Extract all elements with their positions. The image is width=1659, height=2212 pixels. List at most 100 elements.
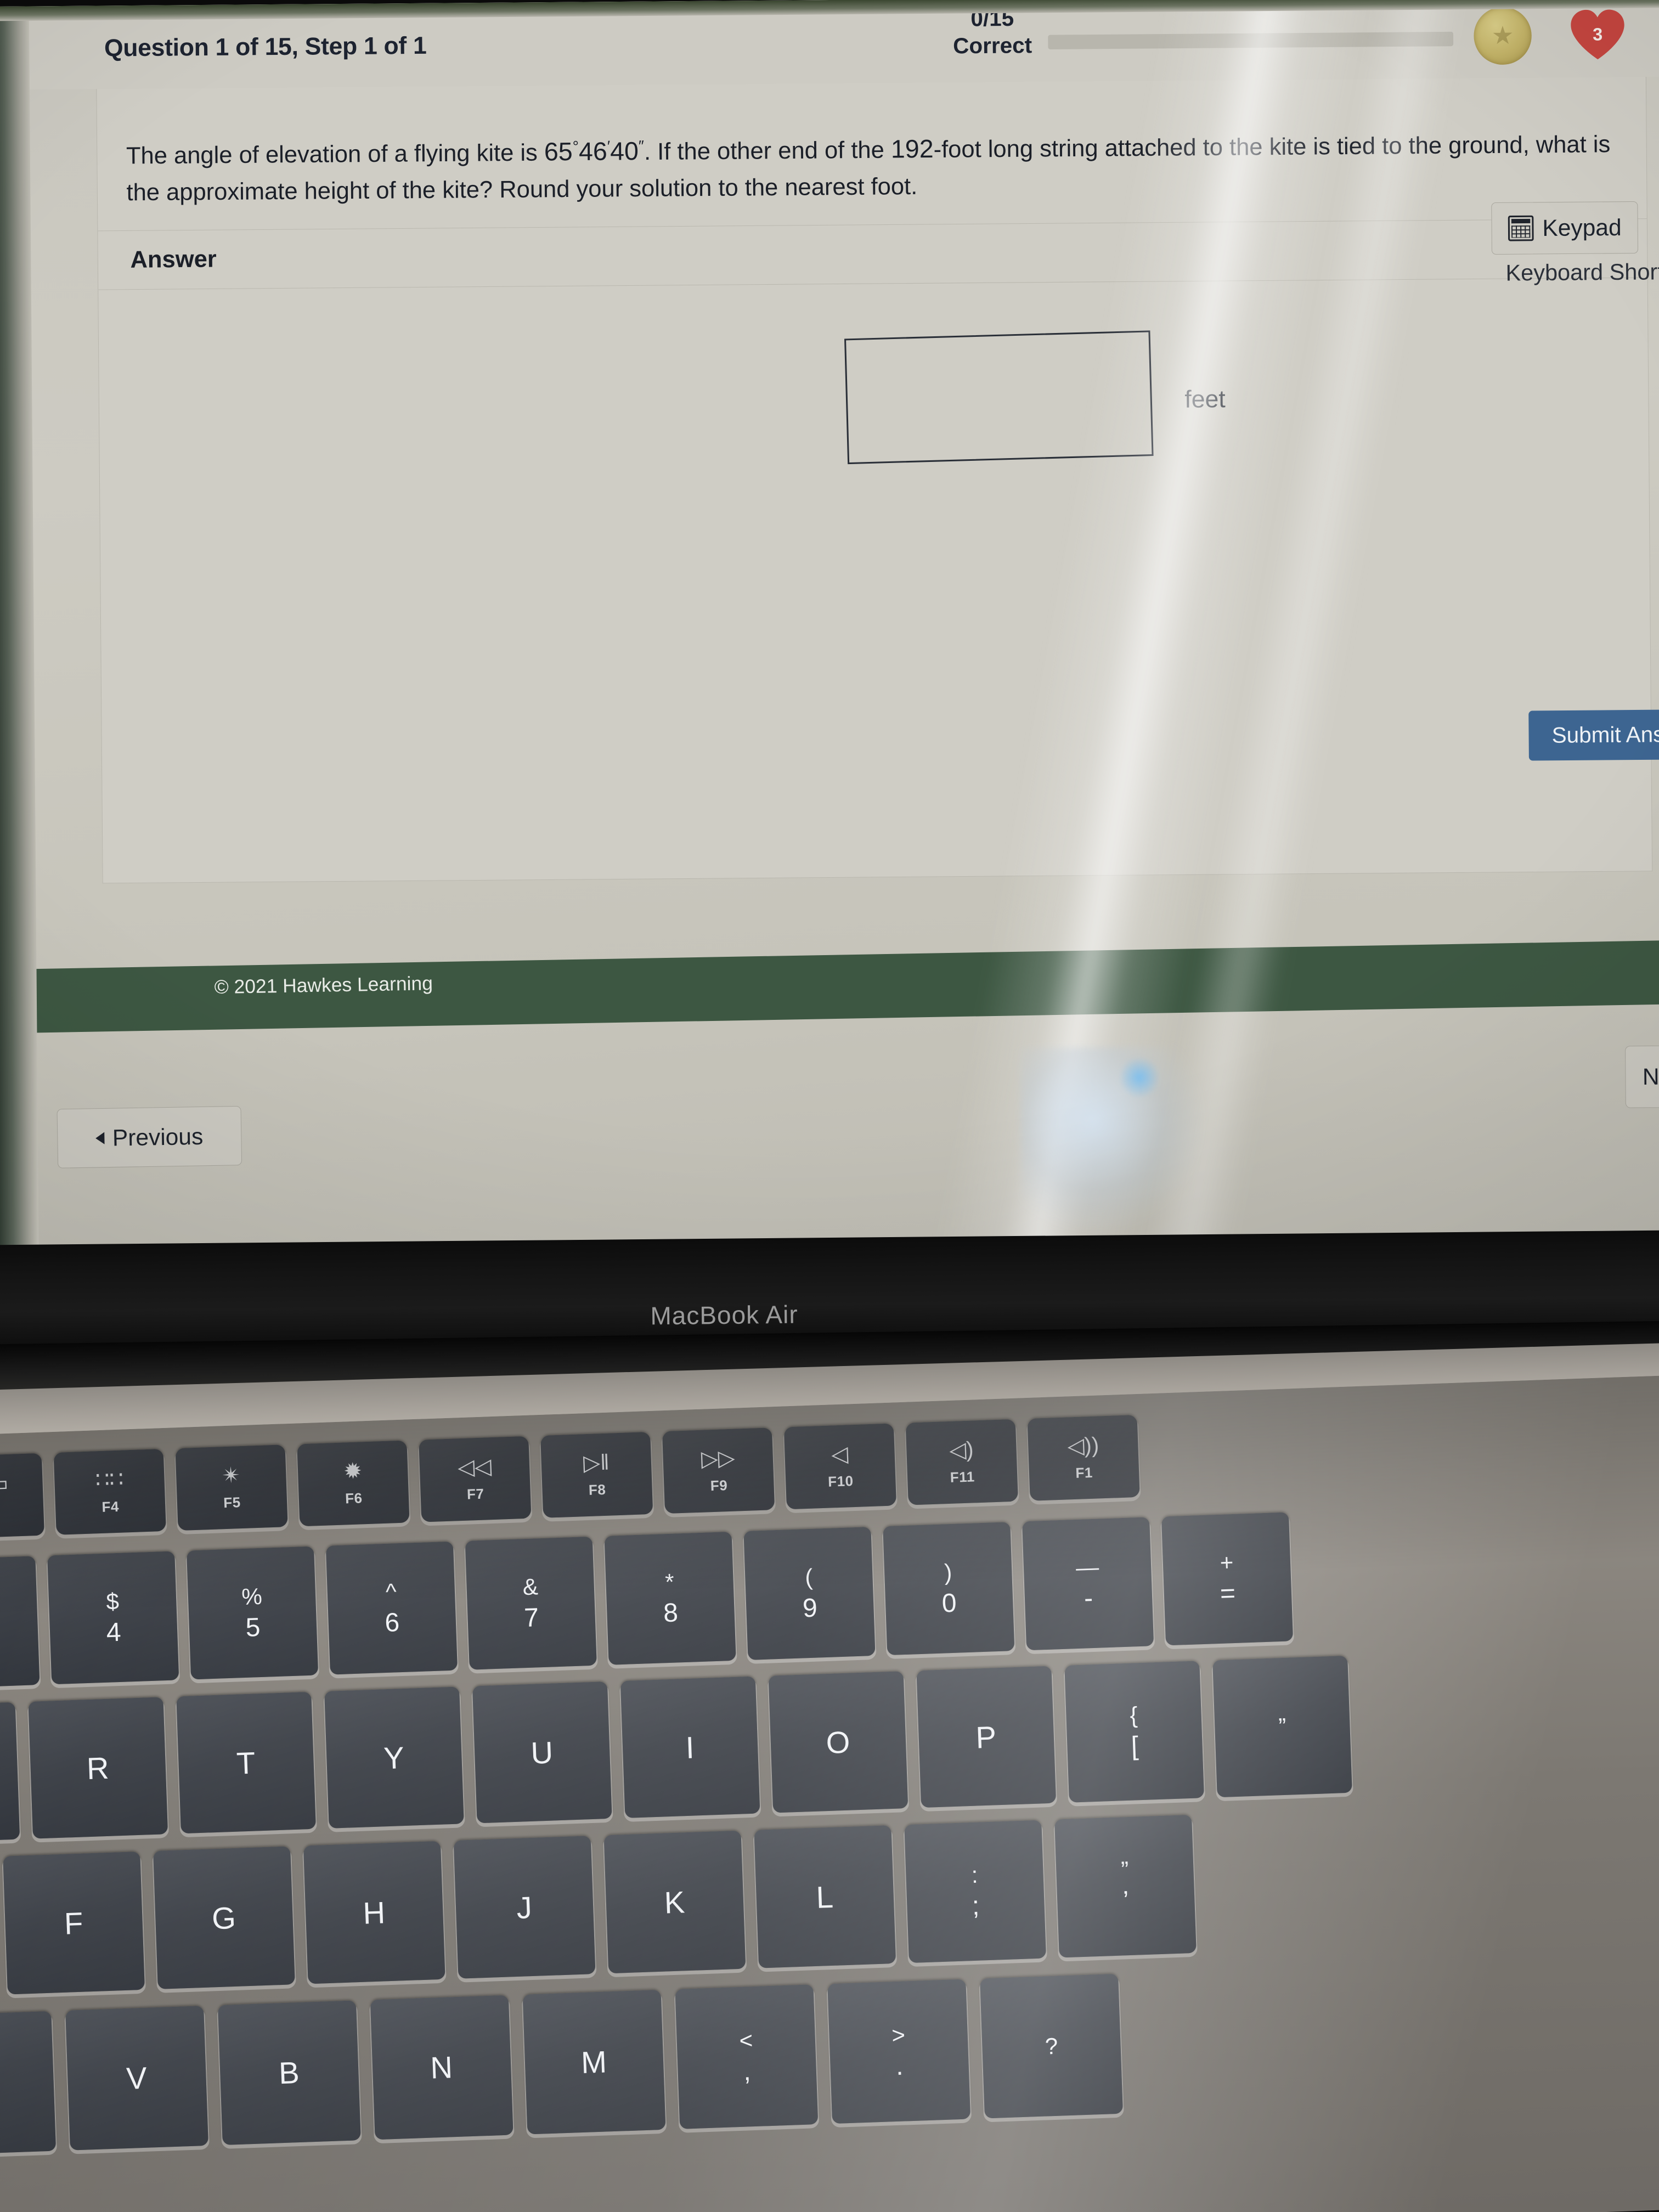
key-f5[interactable]: ✴ F5 [175,1444,288,1531]
keyboard-bottom-row: CV B N M<,>.? [0,1973,1123,2156]
key-e[interactable]: E [0,1702,20,1844]
key-o[interactable]: O [768,1671,909,1813]
score-value: 0/15 [970,6,1014,31]
key-6[interactable]: ^ 6 [325,1541,458,1675]
key-primary-label: N [430,2050,454,2085]
function-key-label: F1 [1075,1464,1093,1481]
key-shift-label: — [1075,1554,1099,1581]
key-p[interactable]: P [916,1666,1057,1808]
key-g[interactable]: G [153,1846,295,1989]
question-card: The angle of elevation of a flying kite … [96,77,1659,884]
key-primary-label: [ [1130,1731,1139,1761]
key-h[interactable]: H [303,1841,445,1984]
key-t[interactable]: T [176,1691,316,1834]
key-,[interactable]: <, [675,1984,819,2129]
volume-down-icon: ◁) [949,1437,974,1463]
key-v[interactable]: V [65,2006,208,2151]
submit-answer-button[interactable]: Submit Answer [1528,709,1659,761]
key-9[interactable]: (9 [743,1527,876,1660]
key-f6[interactable]: ✹ F6 [297,1440,410,1527]
answer-unit-label: feet [1184,385,1226,413]
key-l[interactable]: L [754,1825,896,1968]
function-key-label: F8 [588,1481,606,1498]
screen-reflection [1019,1046,1205,1231]
key-primary-label: . [895,2051,904,2081]
answer-input[interactable] [844,330,1154,465]
key-f11[interactable]: ◁) F11 [905,1419,1018,1505]
key-b[interactable]: B [217,2000,361,2145]
score-label: Correct [953,33,1032,59]
key-c[interactable]: C [0,2011,57,2156]
key-primary-label: - [1084,1583,1093,1613]
key-primary-label: 7 [523,1602,539,1633]
key-primary-label: I [685,1729,696,1765]
next-button[interactable]: N [1625,1044,1659,1108]
key-f4[interactable]: ∷∷ F4 [53,1448,166,1535]
key-[[interactable]: {[ [1064,1661,1204,1803]
key-shift-label: % [241,1583,263,1610]
angle-degrees: 65 [544,137,573,166]
key-0[interactable]: ) 0 [883,1522,1015,1656]
angle-minutes: 46 [578,137,608,166]
key-primary-label: 6 [384,1607,400,1638]
key-primary-label: 0 [941,1588,957,1618]
coin-icon: ★ [1474,7,1532,65]
key-u[interactable]: U [472,1681,612,1824]
key-’[interactable]: ”’ [1054,1814,1197,1958]
key-primary-label: K [663,1884,686,1920]
key-f7[interactable]: ◁◁ F7 [419,1436,532,1522]
key--[interactable]: — - [1022,1517,1154,1651]
key-primary-label: ; [971,1891,980,1921]
keyboard-brightness-down-icon: ✴ [221,1463,241,1488]
key-primary-label: H [362,1894,387,1931]
key-f1[interactable]: ◁)) F1 [1027,1414,1140,1501]
keypad-button-label: Keypad [1542,214,1622,241]
keypad-button[interactable]: Keypad [1491,201,1639,255]
key-.[interactable]: >. [827,1979,971,2124]
laptop-screen: Question 1 of 15, Step 1 of 1 0/15 Corre… [0,0,1659,1278]
key-”[interactable]: ” [1212,1655,1352,1798]
question-header-bar: Question 1 of 15, Step 1 of 1 0/15 Corre… [0,0,1659,90]
key-?[interactable]: ? [980,1973,1123,2119]
key-r[interactable]: R [28,1697,168,1839]
key-primary-label: Y [383,1740,405,1775]
key-primary-label: R [86,1750,110,1786]
key-n[interactable]: N [370,1995,514,2140]
key-f3[interactable]: ⬚▭F3 [0,1453,44,1539]
key-i[interactable]: I [620,1676,760,1818]
key-f10[interactable]: ◁ F10 [783,1423,896,1510]
key-k[interactable]: K [603,1830,746,1974]
key-j[interactable]: J [453,1836,596,1979]
key-shift-label: & [522,1573,539,1600]
key-f[interactable]: F [3,1851,145,1995]
key-primary-label: ’ [1122,1886,1130,1916]
function-key-label: F11 [950,1468,975,1486]
key-;[interactable]: :; [904,1820,1046,1963]
key-f9[interactable]: ▷▷ F9 [662,1427,775,1514]
mission-control-icon: ⬚▭ [0,1471,9,1497]
function-key-label: F9 [710,1476,728,1494]
key-8[interactable]: * 8 [604,1531,736,1665]
key-primary-label: B [278,2055,301,2091]
question-text-mid: . If the other end of the [644,137,891,166]
key-shift-label: ? [1045,2033,1058,2059]
key-primary-label: , [743,2056,752,2086]
previous-button[interactable]: Previous [57,1105,242,1169]
key-y[interactable]: Y [324,1686,464,1829]
key-=[interactable]: + = [1161,1512,1294,1646]
key-7[interactable]: & 7 [465,1536,597,1670]
key-4[interactable]: $4 [47,1551,179,1685]
key-m[interactable]: M [522,1989,666,2135]
function-key-label: F4 [101,1498,120,1515]
key-5[interactable]: % 5 [187,1546,319,1680]
keyboard-shortcuts-link[interactable]: Keyboard Shortcuts [1500,258,1659,286]
key-f8[interactable]: ▷‖ F8 [540,1431,653,1518]
angle-seconds: 40 [610,136,639,166]
key-3[interactable]: #3 [0,1556,40,1690]
answer-input-group: feet [844,330,1226,465]
function-key-label: F10 [827,1472,854,1490]
key-primary-label: 9 [802,1593,818,1623]
triangle-left-icon [95,1131,105,1144]
string-length: 192 [890,134,934,163]
key-primary-label: P [975,1719,998,1755]
